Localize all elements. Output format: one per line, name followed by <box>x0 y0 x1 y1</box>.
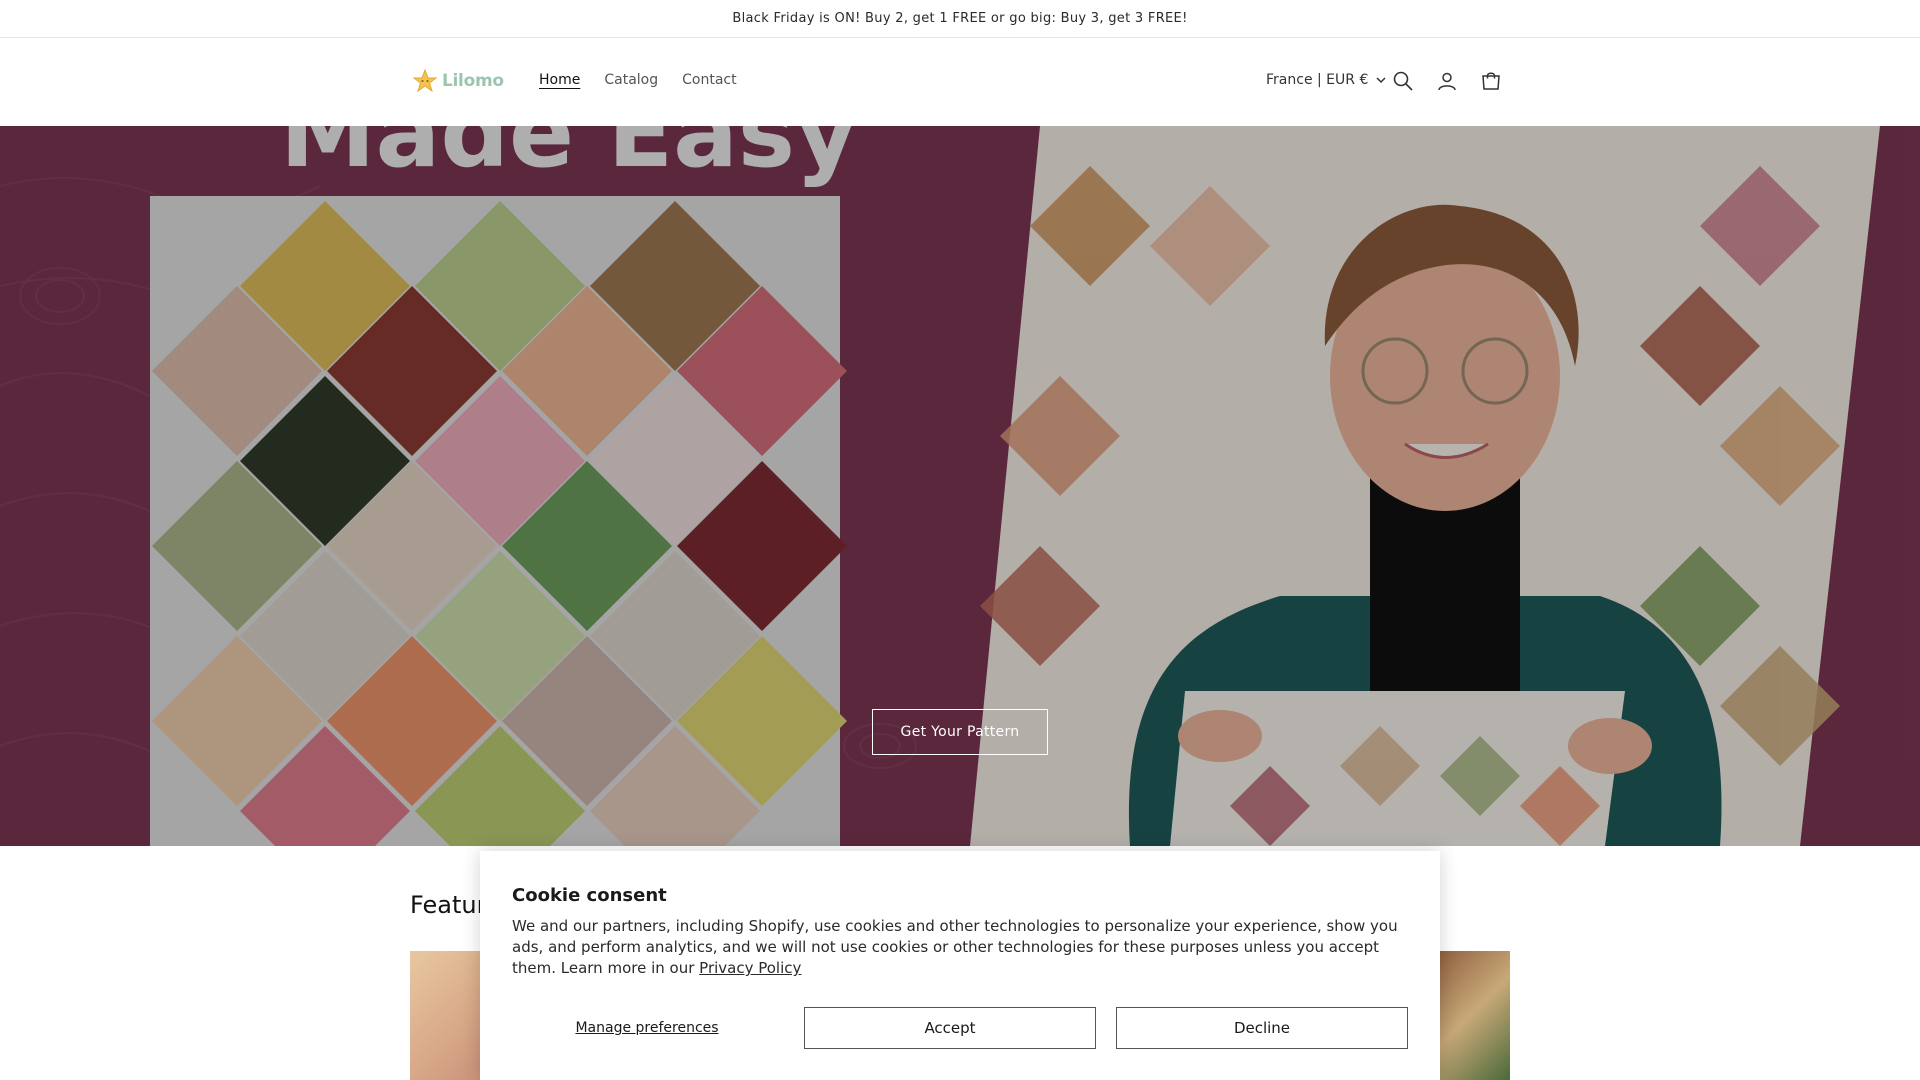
search-icon <box>1393 71 1413 91</box>
nav-contact[interactable]: Contact <box>682 72 736 88</box>
country-currency-selector[interactable]: France | EUR € <box>1266 72 1386 88</box>
chevron-down-icon <box>1376 77 1386 84</box>
cookie-actions: Manage preferences Accept Decline <box>512 1007 1408 1049</box>
cart-icon <box>1482 72 1500 90</box>
product-thumbnail[interactable] <box>1430 951 1510 1080</box>
nav-catalog[interactable]: Catalog <box>604 72 658 88</box>
account-button[interactable] <box>1435 69 1459 93</box>
announcement-text: Black Friday is ON! Buy 2, get 1 FREE or… <box>732 11 1188 26</box>
search-button[interactable] <box>1391 69 1415 93</box>
manage-preferences-button[interactable]: Manage preferences <box>512 1007 782 1049</box>
announcement-bar: Black Friday is ON! Buy 2, get 1 FREE or… <box>0 0 1920 38</box>
logo-text: Lilomo <box>442 71 504 91</box>
privacy-policy-link[interactable]: Privacy Policy <box>699 959 801 977</box>
product-thumbnail[interactable] <box>410 951 490 1080</box>
site-header: Lilomo Home Catalog Contact France | EUR… <box>0 38 1920 126</box>
cookie-consent-banner: Cookie consent We and our partners, incl… <box>480 851 1440 1080</box>
nav-home[interactable]: Home <box>539 72 580 88</box>
account-icon <box>1438 72 1456 91</box>
cart-button[interactable] <box>1479 69 1503 93</box>
cookie-consent-body: We and our partners, including Shopify, … <box>512 917 1398 977</box>
main-nav: Home Catalog Contact <box>539 72 737 88</box>
logo[interactable]: Lilomo <box>412 68 504 94</box>
cookie-consent-title: Cookie consent <box>512 885 667 906</box>
get-your-pattern-button[interactable]: Get Your Pattern <box>872 709 1048 755</box>
accept-button[interactable]: Accept <box>804 1007 1096 1049</box>
hero-banner: Made Easy Get Your Pattern <box>0 126 1920 846</box>
logo-star-icon <box>412 68 438 93</box>
decline-button[interactable]: Decline <box>1116 1007 1408 1049</box>
cookie-consent-text: We and our partners, including Shopify, … <box>512 916 1408 979</box>
locale-label: France | EUR € <box>1266 72 1369 88</box>
